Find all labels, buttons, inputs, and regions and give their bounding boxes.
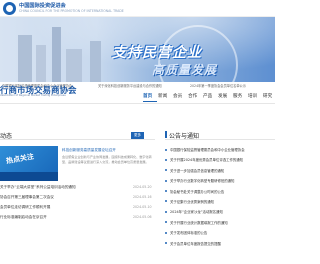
bullet-icon <box>165 200 167 203</box>
list-item[interactable]: 关于发布团体标准的公告 <box>165 229 275 239</box>
news-date: 2024-05-06 <box>133 215 152 219</box>
featured-image-text: 热点关注 <box>5 152 35 166</box>
list-item[interactable]: 关于开展2024年度优秀会员单位评选工作的通知 <box>165 156 275 166</box>
nav-item-services[interactable]: 服务 <box>233 93 242 99</box>
notice-list: 中国银行保险监督管理委员会和中小企业管理协会 关于开展2024年度优秀会员单位评… <box>165 146 275 250</box>
right-section-title: 公告与通知 <box>169 133 200 140</box>
list-item[interactable]: 关于开展行业统计数据填报工作的通知 <box>165 219 275 229</box>
news-title[interactable]: 会员单位走访调研工作顺利开展 <box>0 205 120 210</box>
nav-item-news[interactable]: 新闻 <box>158 93 167 99</box>
news-title[interactable]: 行业标准编制启动会在京召开 <box>0 215 120 220</box>
nav-item-home[interactable]: 首页 <box>143 93 152 99</box>
list-item[interactable]: 行业标准编制启动会在京召开 2024-05-06 <box>0 214 155 224</box>
list-item[interactable]: 关于会员单位年度报告提交的提醒 <box>165 240 275 250</box>
featured-news[interactable]: 热点关注 科技创新服务高质量发展论坛召开 会议聚焦企业创新与产业协同发展，围绕科… <box>0 146 155 181</box>
hero-banner[interactable]: 支持民营企业 高质量发展 <box>0 17 275 82</box>
org-name: 中国国际投资促进会 <box>19 3 66 9</box>
notice-title[interactable]: 协会秘书处关于调整办公时间的公告 <box>170 189 275 194</box>
news-date: 2024-05-16 <box>133 195 152 199</box>
banner-building <box>36 45 46 82</box>
site-title-block: 行商市场交易商协会 Association of Regional Market… <box>0 83 140 100</box>
site-subtitle: Association of Regional Market Trading E… <box>0 94 66 97</box>
bullet-icon <box>165 169 167 172</box>
notice-title[interactable]: 关于开展2024年度优秀会员单位评选工作的通知 <box>170 157 275 162</box>
nav-active-indicator <box>143 101 157 102</box>
bullet-icon <box>165 148 167 151</box>
left-section-header: 动态 更多 <box>0 130 155 140</box>
page: 中国国际投资促进会 CHINA COUNCIL FOR THE PROMOTIO… <box>0 0 275 264</box>
list-item[interactable]: 2024年“企业家沙龙”活动报名通知 <box>165 208 275 218</box>
bullet-icon <box>165 221 167 224</box>
banner-slogan-line2: 高质量发展 <box>152 63 218 77</box>
nav-item-training[interactable]: 培训 <box>248 93 257 99</box>
main-nav: 首页 新闻 会员 合作 产品 发展 服务 培训 研究 <box>143 93 275 102</box>
news-title[interactable]: 关于举办“云端大讲堂”系列公益培训活动的通知 <box>0 185 120 190</box>
list-item[interactable]: 会员单位走访调研工作顺利开展 2024-05-10 <box>0 204 155 214</box>
notice-title[interactable]: 关于进一步加强会员信息管理的通知 <box>170 168 275 173</box>
featured-image-bar <box>0 172 58 181</box>
nav-item-research[interactable]: 研究 <box>263 93 272 99</box>
left-news-list: 关于举办“云端大讲堂”系列公益培训活动的通知 2024-05-20 协会召开第三… <box>0 184 155 224</box>
nav-item-products[interactable]: 产品 <box>203 93 212 99</box>
bullet-icon <box>165 210 167 213</box>
notice-title[interactable]: 关于举办行业数字化转型专题研修班的通知 <box>170 178 275 183</box>
news-title[interactable]: 协会召开第三届理事会第二次会议 <box>0 195 120 200</box>
news-date: 2024-05-20 <box>133 185 152 189</box>
featured-desc: 会议聚焦企业创新与产业协同发展，围绕科技成果转化、数字化转型、品牌建设等议题进行… <box>62 155 152 164</box>
ticker-item[interactable]: 2024年第一季度协会会员单位名单公示 <box>190 83 246 88</box>
notice-title[interactable]: 关于会员单位年度报告提交的提醒 <box>170 241 275 246</box>
list-item[interactable]: 中国银行保险监督管理委员会和中小企业管理协会 <box>165 146 275 156</box>
list-item[interactable]: 关于举办“云端大讲堂”系列公益培训活动的通知 2024-05-20 <box>0 184 155 194</box>
banner-building <box>52 27 61 82</box>
section-accent-bar <box>165 131 167 138</box>
more-button[interactable]: 更多 <box>131 132 144 139</box>
nav-item-development[interactable]: 发展 <box>218 93 227 99</box>
bullet-icon <box>165 242 167 245</box>
notice-title[interactable]: 中国银行保险监督管理委员会和中小企业管理协会 <box>170 147 275 152</box>
org-name-en: CHINA COUNCIL FOR THE PROMOTION OF INTER… <box>19 9 124 13</box>
notice-title[interactable]: 2024年“企业家沙龙”活动报名通知 <box>170 209 275 214</box>
bullet-icon <box>165 179 167 182</box>
nav-divider <box>0 103 275 104</box>
notice-title[interactable]: 关于开展行业统计数据填报工作的通知 <box>170 220 275 225</box>
top-header: 中国国际投资促进会 CHINA COUNCIL FOR THE PROMOTIO… <box>0 0 275 17</box>
featured-image[interactable]: 热点关注 <box>0 146 58 181</box>
left-section-title: 动态 <box>0 133 13 140</box>
bullet-icon <box>165 231 167 234</box>
notice-title[interactable]: 关于征集行业优秀案例的通知 <box>170 199 275 204</box>
featured-title[interactable]: 科技创新服务高质量发展论坛召开 <box>62 148 154 152</box>
org-logo-icon[interactable] <box>3 2 16 15</box>
news-date: 2024-05-10 <box>133 205 152 209</box>
right-section-header: 公告与通知 <box>165 130 275 140</box>
list-item[interactable]: 关于进一步加强会员信息管理的通知 <box>165 167 275 177</box>
notice-title[interactable]: 关于发布团体标准的公告 <box>170 230 275 235</box>
banner-building <box>18 35 32 82</box>
banner-slogan-line1: 支持民营企业 <box>112 45 202 61</box>
list-item[interactable]: 关于举办行业数字化转型专题研修班的通知 <box>165 177 275 187</box>
banner-building <box>90 41 101 82</box>
list-item[interactable]: 关于征集行业优秀案例的通知 <box>165 198 275 208</box>
nav-item-members[interactable]: 会员 <box>173 93 182 99</box>
list-item[interactable]: 协会秘书处关于调整办公时间的公告 <box>165 188 275 198</box>
bullet-icon <box>165 190 167 193</box>
banner-building <box>66 49 82 82</box>
bullet-icon <box>165 158 167 161</box>
list-item[interactable]: 协会召开第三届理事会第二次会议 2024-05-16 <box>0 194 155 204</box>
nav-item-cooperation[interactable]: 合作 <box>188 93 197 99</box>
